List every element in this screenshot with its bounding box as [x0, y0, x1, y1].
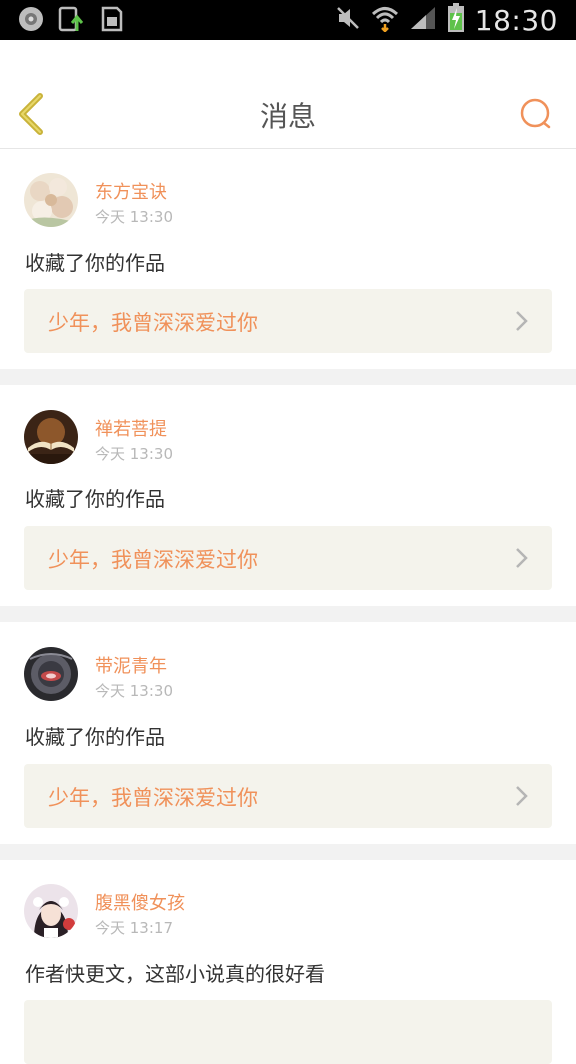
work-title: 少年，我曾深深爱过你: [48, 548, 258, 572]
card-divider: [0, 606, 576, 622]
flowers-avatar[interactable]: [24, 173, 78, 227]
chevron-right-icon: [516, 548, 528, 568]
gallery-notification-icon: [16, 4, 46, 34]
message-time: 今天 13:30: [95, 682, 173, 700]
status-bar: 18:30: [0, 0, 576, 40]
page-title: 消息: [259, 100, 316, 133]
message-time: 今天 13:30: [95, 208, 173, 226]
status-time: 18:30: [474, 3, 558, 37]
card-divider: [0, 844, 576, 860]
message-text: 作者快更文，这部小说真的很好看: [25, 962, 325, 986]
book-avatar[interactable]: [24, 410, 78, 464]
user-name[interactable]: 带泥青年: [95, 652, 167, 678]
work-link[interactable]: [24, 1000, 552, 1064]
user-name[interactable]: 禅若菩提: [95, 415, 167, 441]
message-text: 收藏了你的作品: [25, 251, 165, 275]
user-name[interactable]: 东方宝诀: [95, 178, 167, 204]
sd-card-icon: [96, 4, 126, 34]
work-link[interactable]: 少年，我曾深深爱过你: [24, 526, 552, 590]
eye-avatar[interactable]: [24, 647, 78, 701]
work-link[interactable]: 少年，我曾深深爱过你: [24, 764, 552, 828]
card-divider: [0, 369, 576, 385]
top-bar: 消息: [0, 40, 576, 149]
mute-icon: [335, 5, 361, 35]
signal-icon: [409, 5, 437, 35]
message-time: 今天 13:17: [95, 919, 173, 937]
battery-charging-icon: [447, 3, 465, 37]
message-card: 腹黑傻女孩 今天 13:17 作者快更文，这部小说真的很好看: [0, 860, 576, 1064]
wifi-icon: [371, 4, 399, 36]
message-text: 收藏了你的作品: [25, 487, 165, 511]
user-name[interactable]: 腹黑傻女孩: [95, 889, 185, 915]
message-card: 禅若菩提 今天 13:30 收藏了你的作品 少年，我曾深深爱过你: [0, 385, 576, 606]
upload-notification-icon: [56, 4, 86, 34]
message-time: 今天 13:30: [95, 445, 173, 463]
work-link[interactable]: 少年，我曾深深爱过你: [24, 289, 552, 353]
work-title: 少年，我曾深深爱过你: [48, 786, 258, 810]
chevron-right-icon: [516, 311, 528, 331]
message-card: 东方宝诀 今天 13:30 收藏了你的作品 少年，我曾深深爱过你: [0, 149, 576, 369]
message-list: 东方宝诀 今天 13:30 收藏了你的作品 少年，我曾深深爱过你 禅若菩提 今天…: [0, 149, 576, 1064]
message-text: 收藏了你的作品: [25, 725, 165, 749]
search-button[interactable]: [516, 94, 556, 134]
message-card: 带泥青年 今天 13:30 收藏了你的作品 少年，我曾深深爱过你: [0, 622, 576, 844]
chevron-right-icon: [516, 786, 528, 806]
work-title: 少年，我曾深深爱过你: [48, 311, 258, 335]
girl-avatar[interactable]: [24, 884, 78, 938]
search-icon: [520, 98, 551, 129]
